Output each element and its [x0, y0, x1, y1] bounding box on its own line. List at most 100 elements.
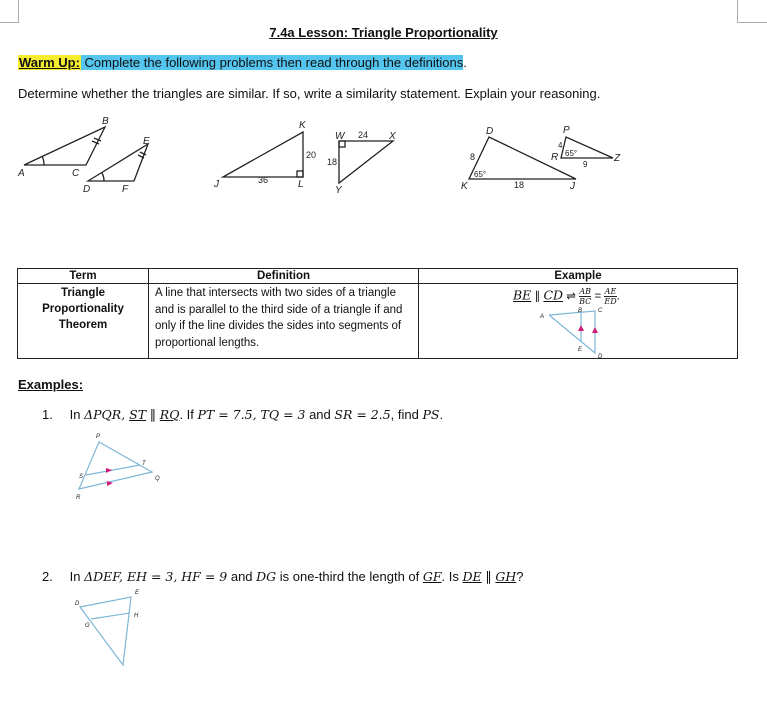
label-k: K [299, 120, 307, 131]
term-line: Triangle [60, 287, 106, 299]
label-s: S [79, 474, 83, 480]
text: is one-third the length of [276, 569, 423, 584]
label-t: T [142, 461, 147, 467]
parallel-symbol: ∥ [531, 290, 544, 303]
label-j: J [213, 179, 220, 190]
iff-symbol: ⇌ [563, 290, 580, 303]
term-line: Theorem [58, 319, 108, 331]
segment-rq: RQ [159, 407, 180, 422]
label-w: W [335, 131, 346, 142]
warm-up-end: . [463, 55, 467, 70]
math: SR = 2.5 [334, 407, 391, 422]
question-2-figure: D E F G H [75, 590, 140, 667]
side-wy: 18 [327, 157, 337, 167]
fraction-ab-bc: AB BC [579, 287, 592, 306]
label-z: Z [613, 153, 621, 164]
label-y: Y [335, 185, 343, 196]
fraction-ae-ed: AE ED [604, 287, 617, 306]
table-header-row: Term Definition Example [17, 268, 738, 284]
label-e: E [135, 590, 140, 596]
header-definition: Definition [148, 268, 419, 284]
parallel-symbol: ∥ [481, 569, 496, 584]
definition-cell: A line that intersects with two sides of… [148, 283, 419, 359]
example-triangle-figure: A B C D E [539, 308, 603, 360]
label-l: L [298, 179, 304, 190]
side-kl: 20 [306, 150, 316, 160]
label-a: A [539, 314, 544, 320]
triangle-abc [23, 125, 107, 166]
label-q: Q [155, 476, 160, 482]
label-j: J [569, 181, 576, 192]
example-formula: BE ∥ CD ⇌ AB BC = AE ED. [513, 287, 620, 306]
triangle-wxy [338, 140, 395, 185]
label-e: E [578, 347, 583, 353]
label-c: C [598, 308, 603, 314]
label-c: C [72, 168, 80, 179]
figure-triangles-jkl-wxy: J K L W X Y 20 36 24 18 [213, 120, 396, 196]
side-dk: 8 [470, 152, 475, 162]
label-k: K [461, 181, 469, 192]
numerator: AE [604, 287, 617, 297]
triangle-acd [548, 310, 596, 355]
side-wx: 24 [358, 130, 368, 140]
figure-triangles-dkj-prz: D K J P R Z 8 18 4 9 65° 65° [461, 125, 621, 192]
page-corner-mark-left [0, 0, 19, 23]
label-d: D [75, 601, 80, 607]
text: ? [516, 569, 524, 584]
label-b: B [578, 308, 582, 314]
text: . Is [441, 569, 463, 584]
figure-triangles-abc-def: A B C D E F [17, 116, 150, 195]
angle-r: 65° [565, 149, 577, 158]
text: , find [390, 407, 423, 422]
label-b: B [102, 116, 109, 127]
term-line: Proportionality [42, 303, 124, 315]
label-e: E [143, 136, 150, 147]
angle-k: 65° [474, 170, 486, 179]
text: In [69, 569, 85, 584]
side-jl: 36 [258, 175, 268, 185]
math: ΔDEF, EH = 3, HF = 9 [84, 569, 228, 584]
equals-sign: = [594, 290, 602, 303]
side-kj: 18 [514, 180, 524, 190]
label-x: X [388, 131, 396, 142]
instructions: Determine whether the triangles are simi… [18, 86, 601, 101]
segment-de: DE [462, 569, 482, 584]
label-r: R [551, 152, 558, 163]
question-number: 2. [42, 569, 53, 584]
example-cell: BE ∥ CD ⇌ AB BC = AE ED. A B C D E [418, 283, 738, 360]
question-number: 1. [42, 407, 53, 422]
segment-gh-line [90, 612, 131, 620]
header-term: Term [17, 268, 149, 284]
table-row: Triangle Proportionality Theorem A line … [17, 283, 738, 360]
page-corner-mark-right [737, 0, 767, 23]
text: and [305, 407, 335, 422]
math: ΔPQR, [84, 407, 130, 422]
segment-cd: CD [543, 287, 564, 303]
label-d: D [83, 184, 90, 195]
label-g: G [85, 623, 90, 629]
label-r: R [76, 495, 81, 501]
side-pr: 4 [558, 141, 563, 150]
text: . [439, 407, 444, 422]
warm-up-label: Warm Up: [18, 55, 81, 70]
parallel-symbol: ∥ [146, 407, 160, 422]
question-1-figure: P Q R S T [76, 434, 160, 501]
text: In [69, 407, 85, 422]
math: PT = 7.5, TQ = 3 [197, 407, 306, 422]
text: and [227, 569, 257, 584]
segment-be: BE [513, 287, 532, 303]
warm-up-text: Complete the following problems then rea… [80, 55, 464, 70]
side-rz: 9 [583, 160, 588, 169]
definitions-table: Term Definition Example Triangle Proport… [17, 268, 738, 360]
segment-st-line [85, 464, 141, 476]
examples-heading: Examples: [18, 377, 84, 392]
label-p: P [563, 125, 570, 136]
warm-up-line: Warm Up: Complete the following problems… [18, 55, 467, 70]
segment-gh: GH [495, 569, 517, 584]
math: DG [256, 569, 277, 584]
math: PS [422, 407, 440, 422]
label-d: D [486, 126, 493, 137]
label-a: A [17, 168, 25, 179]
text: . If [179, 407, 198, 422]
question-1: 1. In ΔPQR, ST ∥ RQ. If PT = 7.5, TQ = 3… [42, 407, 443, 423]
